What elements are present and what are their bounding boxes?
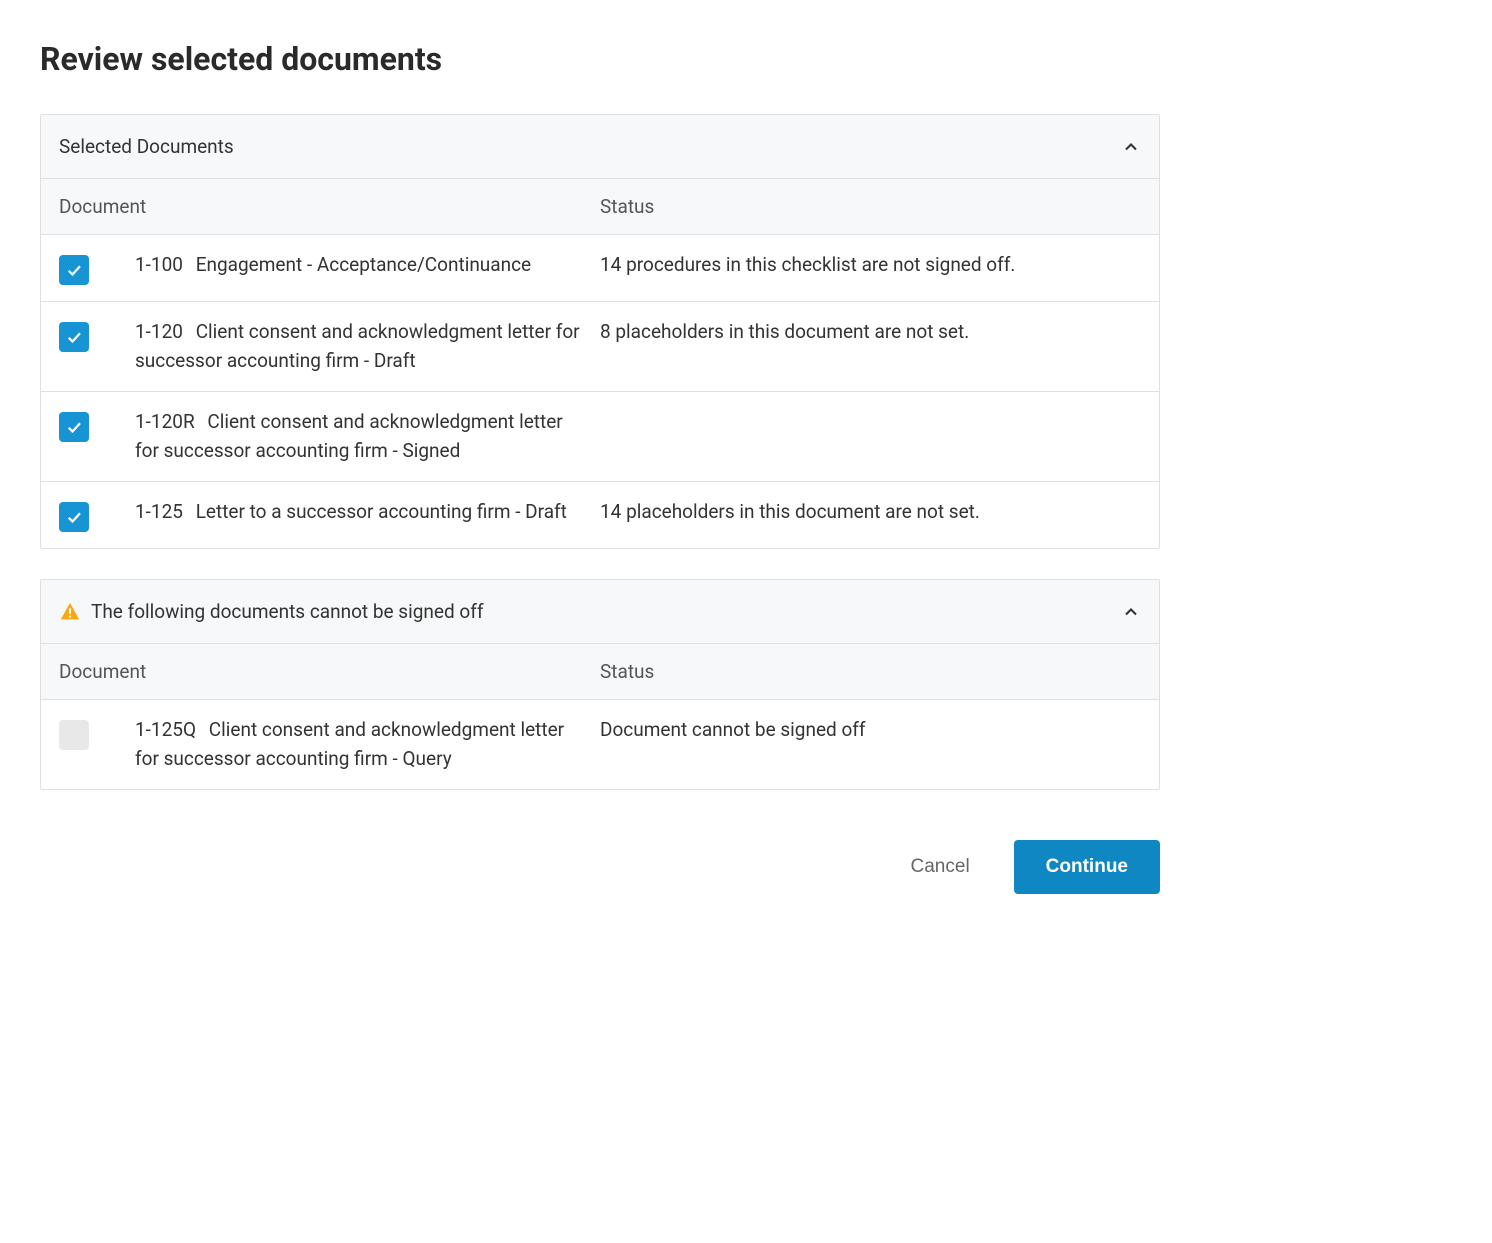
- checkbox[interactable]: [59, 502, 89, 532]
- continue-button[interactable]: Continue: [1014, 840, 1160, 894]
- document-code: 1-125: [135, 500, 183, 523]
- check-icon: [65, 418, 83, 436]
- document-cell: 1-125 Letter to a successor accounting f…: [135, 498, 600, 527]
- document-cell: 1-125Q Client consent and acknowledgment…: [135, 716, 600, 773]
- table-row: 1-125 Letter to a successor accounting f…: [41, 482, 1159, 548]
- cannot-signoff-panel: The following documents cannot be signed…: [40, 579, 1160, 790]
- chevron-up-icon: [1121, 602, 1141, 622]
- document-code: 1-120R: [135, 410, 195, 433]
- document-name: Client consent and acknowledgment letter…: [135, 410, 563, 462]
- selected-documents-header[interactable]: Selected Documents: [41, 115, 1159, 179]
- table-row: 1-120R Client consent and acknowledgment…: [41, 392, 1159, 482]
- document-code: 1-125Q: [135, 718, 196, 741]
- table-row: 1-125Q Client consent and acknowledgment…: [41, 700, 1159, 789]
- status-cell: 8 placeholders in this document are not …: [600, 318, 1141, 347]
- document-cell: 1-100 Engagement - Acceptance/Continuanc…: [135, 251, 600, 280]
- document-name: Engagement - Acceptance/Continuance: [196, 253, 531, 276]
- document-name: Letter to a successor accounting firm - …: [196, 500, 567, 523]
- checkbox[interactable]: [59, 255, 89, 285]
- check-icon: [65, 508, 83, 526]
- document-name: Client consent and acknowledgment letter…: [135, 320, 580, 372]
- column-status: Status: [600, 195, 1141, 218]
- checkbox[interactable]: [59, 412, 89, 442]
- warning-icon: [59, 601, 81, 623]
- document-code: 1-120: [135, 320, 183, 343]
- chevron-up-icon: [1121, 137, 1141, 157]
- column-status: Status: [600, 660, 1141, 683]
- status-cell: 14 placeholders in this document are not…: [600, 498, 1141, 527]
- selected-documents-panel: Selected Documents Document Status 1-100…: [40, 114, 1160, 549]
- table-row: 1-100 Engagement - Acceptance/Continuanc…: [41, 235, 1159, 302]
- table-header: Document Status: [41, 644, 1159, 700]
- status-cell: Document cannot be signed off: [600, 716, 1141, 745]
- checkbox[interactable]: [59, 322, 89, 352]
- page-title: Review selected documents: [40, 40, 1160, 78]
- column-document: Document: [59, 660, 600, 683]
- selected-documents-title: Selected Documents: [59, 135, 234, 158]
- column-document: Document: [59, 195, 600, 218]
- document-code: 1-100: [135, 253, 183, 276]
- cannot-signoff-header[interactable]: The following documents cannot be signed…: [41, 580, 1159, 644]
- cancel-button[interactable]: Cancel: [903, 844, 978, 890]
- table-header: Document Status: [41, 179, 1159, 235]
- document-cell: 1-120R Client consent and acknowledgment…: [135, 408, 600, 465]
- checkbox-disabled: [59, 720, 89, 750]
- cannot-signoff-title: The following documents cannot be signed…: [91, 600, 483, 623]
- document-name: Client consent and acknowledgment letter…: [135, 718, 564, 770]
- footer: Cancel Continue: [40, 840, 1160, 894]
- status-cell: 14 procedures in this checklist are not …: [600, 251, 1141, 280]
- check-icon: [65, 261, 83, 279]
- document-cell: 1-120 Client consent and acknowledgment …: [135, 318, 600, 375]
- table-row: 1-120 Client consent and acknowledgment …: [41, 302, 1159, 392]
- check-icon: [65, 328, 83, 346]
